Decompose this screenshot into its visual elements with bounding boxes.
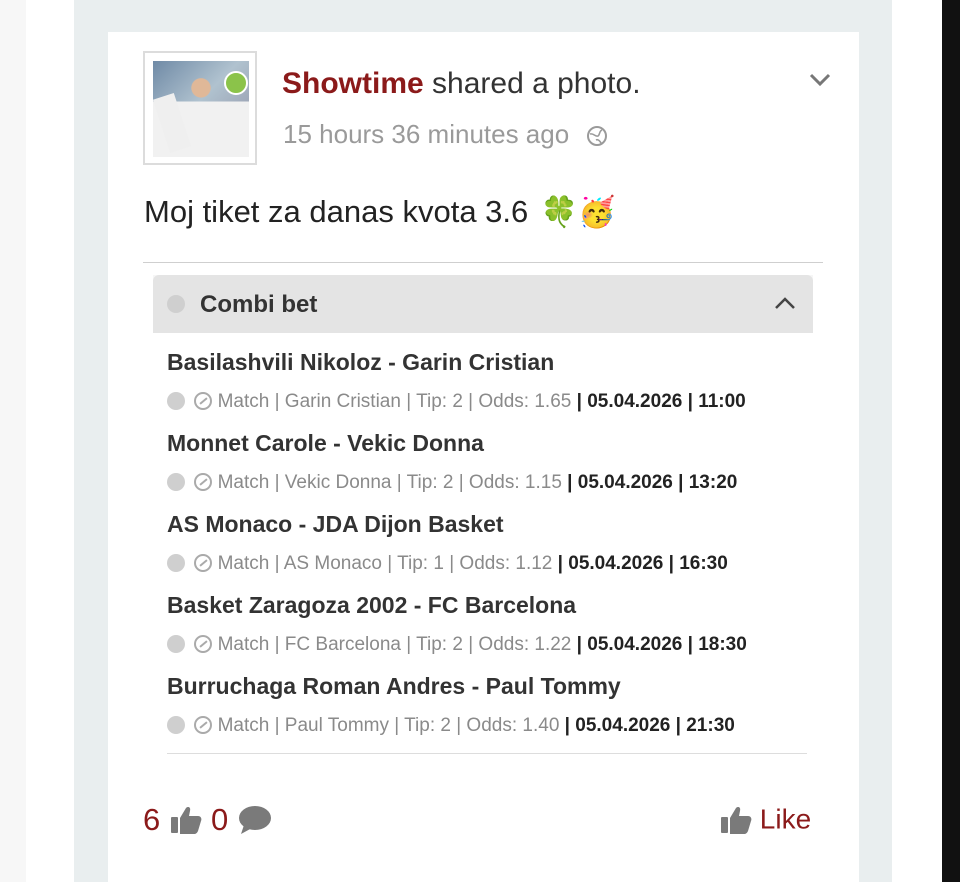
thumbs-up-icon bbox=[721, 806, 752, 834]
bet-datetime: | 05.04.2026 | 21:30 bbox=[564, 715, 735, 736]
collapse-chevron-up-icon[interactable] bbox=[773, 293, 797, 313]
bet-match: AS Monaco - JDA Dijon Basket bbox=[167, 511, 504, 537]
post-footer: 6 0 Like bbox=[108, 802, 859, 842]
basketball-icon bbox=[194, 635, 213, 653]
comments-count[interactable]: 0 bbox=[211, 802, 228, 838]
right-edge bbox=[942, 0, 960, 882]
bet-details: Match | Vekic Donna | Tip: 2 | Odds: 1.1… bbox=[217, 472, 562, 493]
bet-details-line: Match | Vekic Donna | Tip: 2 | Odds: 1.1… bbox=[167, 471, 807, 495]
status-dot-icon bbox=[167, 635, 185, 653]
post-card: Showtime shared a photo. 15 hours 36 min… bbox=[108, 32, 859, 882]
bet-datetime: | 05.04.2026 | 16:30 bbox=[557, 553, 728, 574]
status-dot-icon bbox=[167, 295, 185, 313]
tennis-ball-icon bbox=[194, 392, 213, 410]
bet-details-line: Match | AS Monaco | Tip: 1 | Odds: 1.12 … bbox=[167, 552, 807, 576]
bet-details: Match | Paul Tommy | Tip: 2 | Odds: 1.40 bbox=[217, 715, 560, 736]
status-dot-icon bbox=[167, 392, 185, 410]
thumbs-up-icon[interactable] bbox=[170, 805, 202, 835]
shared-photo[interactable]: Combi bet Basilashvili Nikoloz - Garin C… bbox=[143, 262, 823, 761]
bet-details-line: Match | Garin Cristian | Tip: 2 | Odds: … bbox=[167, 390, 807, 414]
post-emojis: 🍀🥳 bbox=[540, 196, 616, 229]
bet-match: Burruchaga Roman Andres - Paul Tommy bbox=[167, 673, 621, 699]
like-button[interactable]: Like bbox=[720, 802, 811, 836]
online-status-icon bbox=[224, 71, 248, 95]
tennis-ball-icon bbox=[194, 716, 213, 734]
bet-datetime: | 05.04.2026 | 13:20 bbox=[567, 472, 738, 493]
globe-icon bbox=[587, 126, 608, 147]
post-action: shared a photo. bbox=[432, 67, 641, 100]
bet-item: Basket Zaragoza 2002 - FC Barcelona Matc… bbox=[167, 592, 807, 657]
status-dot-icon bbox=[167, 716, 185, 734]
tennis-ball-icon bbox=[194, 473, 213, 491]
bet-details: Match | AS Monaco | Tip: 1 | Odds: 1.12 bbox=[217, 553, 553, 574]
post-text: Moj tiket za danas kvota 3.6 🍀🥳 bbox=[144, 194, 616, 230]
bet-item: Basilashvili Nikoloz - Garin Cristian Ma… bbox=[167, 349, 807, 414]
post-timestamp: 15 hours 36 minutes ago bbox=[283, 119, 608, 150]
status-dot-icon bbox=[167, 554, 185, 572]
bet-slip-header[interactable]: Combi bet bbox=[153, 275, 813, 333]
bet-match: Basket Zaragoza 2002 - FC Barcelona bbox=[167, 592, 577, 618]
post-time[interactable]: 15 hours 36 minutes ago bbox=[283, 119, 569, 149]
avatar[interactable] bbox=[143, 51, 257, 165]
post-caption: Moj tiket za danas kvota 3.6 bbox=[144, 194, 529, 229]
post-headline: Showtime shared a photo. bbox=[282, 67, 641, 101]
bet-slip-title: Combi bet bbox=[200, 291, 318, 318]
bet-list: Basilashvili Nikoloz - Garin Cristian Ma… bbox=[153, 333, 813, 761]
left-edge bbox=[0, 0, 26, 882]
bet-match: Monnet Carole - Vekic Donna bbox=[167, 430, 484, 456]
basketball-icon bbox=[194, 554, 213, 572]
bet-details-line: Match | FC Barcelona | Tip: 2 | Odds: 1.… bbox=[167, 633, 807, 657]
post-options-chevron-down-icon[interactable] bbox=[808, 70, 832, 90]
bet-details: Match | FC Barcelona | Tip: 2 | Odds: 1.… bbox=[217, 634, 572, 655]
avatar-image bbox=[152, 61, 249, 157]
likes-count[interactable]: 6 bbox=[143, 802, 160, 838]
divider bbox=[167, 753, 807, 754]
bet-slip: Combi bet Basilashvili Nikoloz - Garin C… bbox=[153, 275, 813, 761]
bet-item: AS Monaco - JDA Dijon Basket Match | AS … bbox=[167, 511, 807, 576]
bet-match: Basilashvili Nikoloz - Garin Cristian bbox=[167, 349, 555, 375]
bet-datetime: | 05.04.2026 | 18:30 bbox=[576, 634, 747, 655]
bet-item: Monnet Carole - Vekic Donna Match | Veki… bbox=[167, 430, 807, 495]
bet-datetime: | 05.04.2026 | 11:00 bbox=[576, 391, 746, 412]
author-link[interactable]: Showtime bbox=[282, 67, 424, 100]
like-label: Like bbox=[759, 803, 812, 835]
bet-details-line: Match | Paul Tommy | Tip: 2 | Odds: 1.40… bbox=[167, 714, 807, 738]
bet-item: Burruchaga Roman Andres - Paul Tommy Mat… bbox=[167, 673, 807, 738]
bet-details: Match | Garin Cristian | Tip: 2 | Odds: … bbox=[217, 391, 572, 412]
comment-bubble-icon[interactable] bbox=[238, 805, 272, 835]
status-dot-icon bbox=[167, 473, 185, 491]
